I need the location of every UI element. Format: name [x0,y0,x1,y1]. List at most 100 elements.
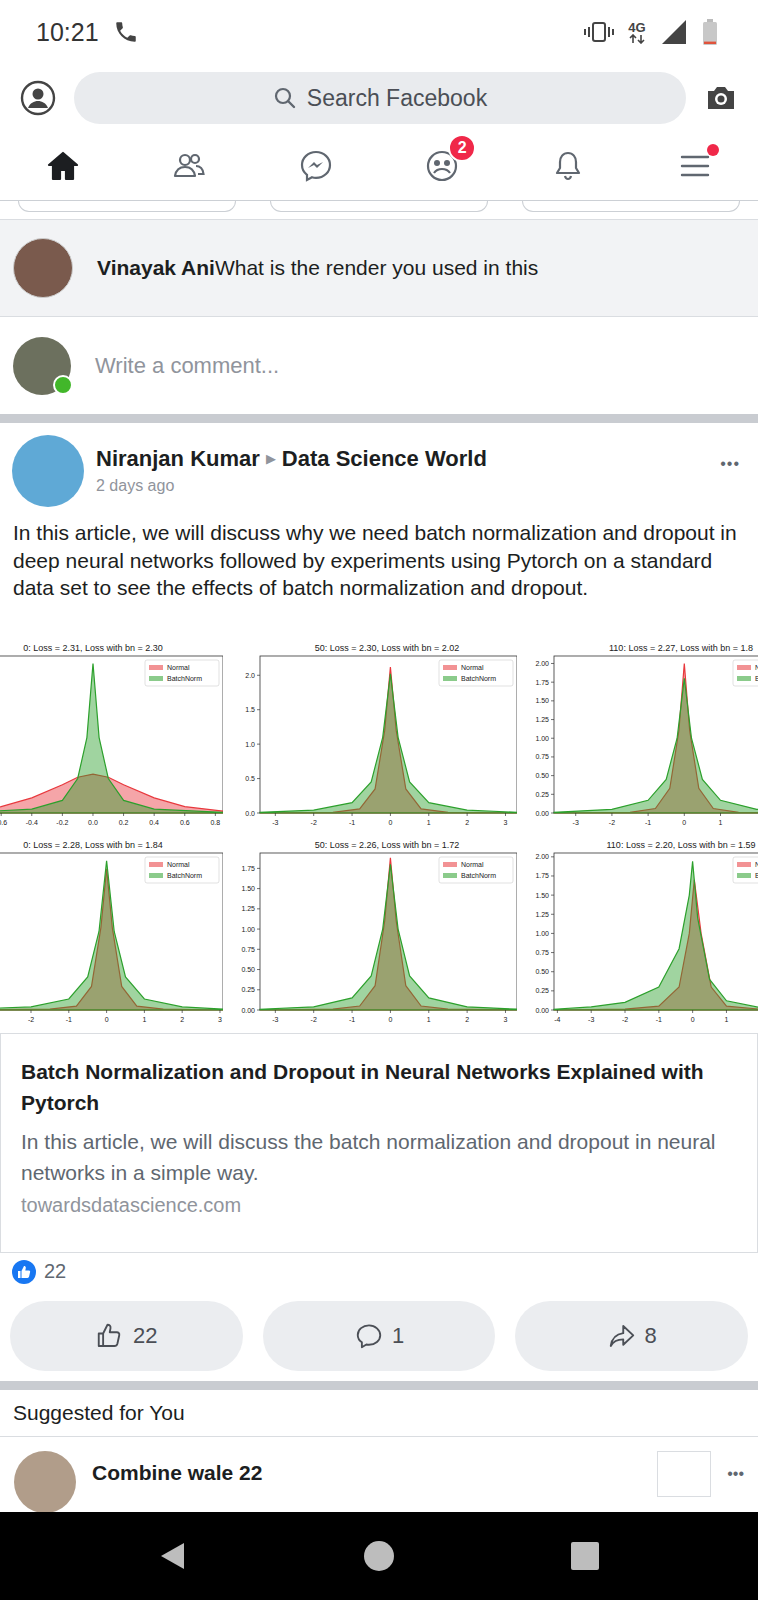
reactions-row[interactable]: 22 [0,1253,758,1291]
y-tick-label: 1.00 [241,925,255,932]
profile-icon[interactable] [20,80,56,116]
suggested-item[interactable]: Combine wale 22 ••• [0,1437,758,1513]
y-tick-label: 2.00 [535,659,549,666]
chart-legend: NormalBatchNorm [145,857,219,883]
back-icon [156,1539,190,1573]
friends-icon [171,148,207,184]
separator [0,414,758,423]
back-button[interactable] [70,1539,276,1573]
action-button[interactable]: 22 [10,1301,243,1371]
legend-swatch [737,676,751,681]
post-time[interactable]: 2 days ago [96,477,708,495]
post-menu[interactable]: ••• [720,435,746,473]
plot-area [554,656,758,813]
strip-pill [18,201,236,212]
x-tick: 0.8 [210,813,220,826]
home-button[interactable] [276,1539,482,1573]
legend-label: BatchNorm [167,675,202,682]
legend-item: Normal [149,664,190,671]
nav-tab[interactable] [126,132,252,200]
comment-field[interactable]: Write a comment... [95,353,279,379]
y-tick-label: 1.00 [535,929,549,936]
legend-item: Normal [443,664,484,671]
chart-legend: NormalBatchNorm [439,857,513,883]
x-tick-label: -1 [66,1016,72,1023]
link-domain: towardsdatascience.com [21,1194,737,1217]
chart-legend: NormalBatchNorm [439,660,513,686]
comment: Vinayak AniWhat is the render you used i… [0,220,758,317]
y-tick-label: 1.00 [535,734,549,741]
x-tick-label: -2 [311,1016,317,1023]
action-button[interactable]: 1 [263,1301,496,1371]
x-tick: 1 [427,813,431,826]
legend-item: Ba [737,872,758,879]
recents-button[interactable] [482,1539,688,1573]
suggested-menu[interactable]: ••• [727,1451,744,1483]
legend-swatch [149,665,163,670]
data-arrows-icon [628,34,646,44]
suggested-title: Suggested for You [0,1390,758,1437]
y-tick: 2.00 [535,853,554,860]
status-left: 10:21 [36,18,139,47]
y-tick: 0.00 [535,1006,554,1013]
plot-area [260,656,517,813]
x-tick: 0 [691,1010,695,1023]
camera-icon[interactable] [704,81,738,115]
x-tick: -3 [272,1010,278,1023]
x-tick-label: -3 [272,1016,278,1023]
nav-tab[interactable] [505,132,631,200]
y-tick: 1.25 [241,905,260,912]
suggested-thumbnail[interactable] [657,1451,711,1497]
link-card[interactable]: Batch Normalization and Dropout in Neura… [0,1033,758,1253]
x-tick: 0.6 [180,813,190,826]
comment-icon [354,1321,384,1351]
x-tick-label: -3 [588,1016,594,1023]
nav-tab[interactable] [253,132,379,200]
chart-legend: NoBa [733,857,758,883]
messenger-icon [298,148,334,184]
status-right: 4G [584,18,718,46]
nav-tab[interactable] [0,132,126,200]
x-tick: -3 [573,813,579,826]
chart: 110: Loss = 2.27, Loss with bn = 1.80.00… [517,638,758,835]
y-tick-label: 0.25 [241,986,255,993]
y-tick-label: 1.25 [241,905,255,912]
x-tick: -2 [622,1010,628,1023]
comment-author[interactable]: Vinayak Ani [97,256,215,279]
square-icon [568,1539,602,1573]
post-names: Niranjan Kumar▶Data Science World [96,445,708,473]
x-tick-label: 1 [142,1016,146,1023]
content: 10:21 4G Search Facebook 2 Vinayak AniWhat i… [0,0,758,1512]
y-tick-label: 1.75 [241,864,255,871]
my-avatar [13,337,71,395]
strip-pill [522,201,740,212]
series-area [554,861,758,1010]
nav-tab[interactable]: 2 [379,132,505,200]
link-description: In this article, we will discuss the bat… [21,1126,737,1188]
author-avatar[interactable] [12,435,84,507]
chart: 50: Loss = 2.26, Loss with bn = 1.720.00… [223,835,517,1032]
nav-tab[interactable] [632,132,758,200]
y-tick: 2.00 [535,659,554,666]
y-tick: 0.5 [245,775,260,782]
chart-legend: NB [733,660,758,686]
comment-text: Vinayak AniWhat is the render you used i… [97,254,538,281]
home-circle-icon [362,1539,396,1573]
y-tick: 1.75 [535,872,554,879]
x-tick: 1 [142,1010,146,1023]
x-tick-label: -2 [609,819,615,826]
y-tick: 1.0 [245,740,260,747]
magnifier-icon [273,86,297,110]
action-button[interactable]: 8 [515,1301,748,1371]
suggested-name[interactable]: Combine wale 22 [92,1451,262,1485]
x-tick-label: -2 [622,1016,628,1023]
post-header: Niranjan Kumar▶Data Science World 2 days … [0,423,758,507]
commenter-avatar[interactable] [13,238,73,298]
post-image[interactable]: 0: Loss = 2.31, Loss with bn = 2.30-0.6-… [0,638,758,1033]
search-field[interactable]: Search Facebook [74,72,686,124]
post-author[interactable]: Niranjan Kumar [96,446,260,471]
post-text: In this article, we will discuss why we … [0,507,758,602]
post-group[interactable]: Data Science World [282,446,487,471]
x-tick-label: -1 [349,819,355,826]
legend-label: B [755,675,758,682]
